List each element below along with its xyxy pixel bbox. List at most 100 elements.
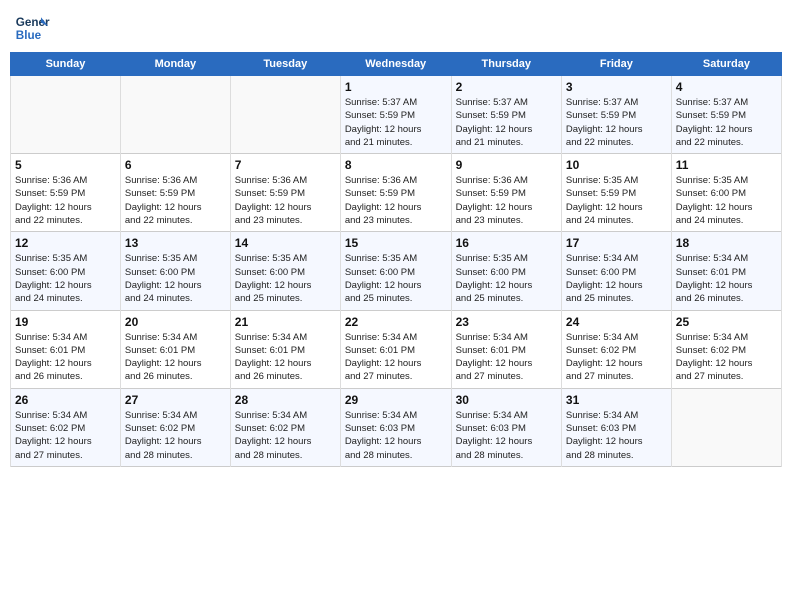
calendar-table: SundayMondayTuesdayWednesdayThursdayFrid… — [10, 52, 782, 467]
day-info: Sunrise: 5:36 AM Sunset: 5:59 PM Dayligh… — [15, 174, 116, 227]
day-info: Sunrise: 5:36 AM Sunset: 5:59 PM Dayligh… — [235, 174, 336, 227]
day-info: Sunrise: 5:34 AM Sunset: 6:01 PM Dayligh… — [676, 252, 777, 305]
day-number: 25 — [676, 315, 777, 329]
calendar-cell — [11, 76, 121, 154]
day-info: Sunrise: 5:37 AM Sunset: 5:59 PM Dayligh… — [676, 96, 777, 149]
day-info: Sunrise: 5:34 AM Sunset: 6:02 PM Dayligh… — [125, 409, 226, 462]
day-number: 17 — [566, 236, 667, 250]
calendar-cell: 20 Sunrise: 5:34 AM Sunset: 6:01 PM Dayli… — [120, 310, 230, 388]
day-info: Sunrise: 5:34 AM Sunset: 6:01 PM Dayligh… — [456, 331, 557, 384]
calendar-cell — [230, 76, 340, 154]
day-info: Sunrise: 5:34 AM Sunset: 6:00 PM Dayligh… — [566, 252, 667, 305]
day-info: Sunrise: 5:34 AM Sunset: 6:02 PM Dayligh… — [566, 331, 667, 384]
day-info: Sunrise: 5:35 AM Sunset: 5:59 PM Dayligh… — [566, 174, 667, 227]
calendar-cell: 24 Sunrise: 5:34 AM Sunset: 6:02 PM Dayli… — [561, 310, 671, 388]
day-number: 30 — [456, 393, 557, 407]
calendar-week-row: 12 Sunrise: 5:35 AM Sunset: 6:00 PM Dayli… — [11, 232, 782, 310]
day-of-week-header: Saturday — [671, 53, 781, 76]
day-number: 18 — [676, 236, 777, 250]
day-number: 5 — [15, 158, 116, 172]
day-number: 7 — [235, 158, 336, 172]
day-info: Sunrise: 5:34 AM Sunset: 6:03 PM Dayligh… — [345, 409, 447, 462]
day-number: 11 — [676, 158, 777, 172]
day-number: 16 — [456, 236, 557, 250]
calendar-cell: 4 Sunrise: 5:37 AM Sunset: 5:59 PM Daylig… — [671, 76, 781, 154]
day-number: 19 — [15, 315, 116, 329]
calendar-cell: 17 Sunrise: 5:34 AM Sunset: 6:00 PM Dayli… — [561, 232, 671, 310]
calendar-week-row: 26 Sunrise: 5:34 AM Sunset: 6:02 PM Dayli… — [11, 388, 782, 466]
day-info: Sunrise: 5:35 AM Sunset: 6:00 PM Dayligh… — [125, 252, 226, 305]
calendar-cell: 21Sunrise: 5:34 AM Sunset: 6:01 PM Dayli… — [230, 310, 340, 388]
day-number: 23 — [456, 315, 557, 329]
page-header: General Blue — [10, 10, 782, 46]
calendar-cell: 25 Sunrise: 5:34 AM Sunset: 6:02 PM Dayli… — [671, 310, 781, 388]
day-number: 2 — [456, 80, 557, 94]
logo: General Blue — [14, 10, 50, 46]
day-number: 9 — [456, 158, 557, 172]
calendar-cell: 6 Sunrise: 5:36 AM Sunset: 5:59 PM Daylig… — [120, 154, 230, 232]
calendar-cell: 9 Sunrise: 5:36 AM Sunset: 5:59 PM Daylig… — [451, 154, 561, 232]
calendar-cell: 5 Sunrise: 5:36 AM Sunset: 5:59 PM Daylig… — [11, 154, 121, 232]
day-number: 14 — [235, 236, 336, 250]
day-info: Sunrise: 5:34 AM Sunset: 6:03 PM Dayligh… — [566, 409, 667, 462]
day-number: 3 — [566, 80, 667, 94]
calendar-cell: 2 Sunrise: 5:37 AM Sunset: 5:59 PM Daylig… — [451, 76, 561, 154]
day-info: Sunrise: 5:34 AM Sunset: 6:02 PM Dayligh… — [15, 409, 116, 462]
day-number: 1 — [345, 80, 447, 94]
calendar-cell: 12Sunrise: 5:35 AM Sunset: 6:00 PM Dayli… — [11, 232, 121, 310]
day-info: Sunrise: 5:34 AM Sunset: 6:01 PM Dayligh… — [125, 331, 226, 384]
day-info: Sunrise: 5:37 AM Sunset: 5:59 PM Dayligh… — [566, 96, 667, 149]
day-info: Sunrise: 5:36 AM Sunset: 5:59 PM Dayligh… — [125, 174, 226, 227]
calendar-cell: 1Sunrise: 5:37 AM Sunset: 5:59 PM Daylig… — [340, 76, 451, 154]
day-of-week-header: Thursday — [451, 53, 561, 76]
day-info: Sunrise: 5:34 AM Sunset: 6:01 PM Dayligh… — [345, 331, 447, 384]
day-number: 26 — [15, 393, 116, 407]
calendar-cell: 7 Sunrise: 5:36 AM Sunset: 5:59 PM Daylig… — [230, 154, 340, 232]
day-info: Sunrise: 5:34 AM Sunset: 6:02 PM Dayligh… — [676, 331, 777, 384]
day-info: Sunrise: 5:37 AM Sunset: 5:59 PM Dayligh… — [456, 96, 557, 149]
day-info: Sunrise: 5:36 AM Sunset: 5:59 PM Dayligh… — [345, 174, 447, 227]
calendar-cell: 29 Sunrise: 5:34 AM Sunset: 6:03 PM Dayli… — [340, 388, 451, 466]
calendar-cell: 8 Sunrise: 5:36 AM Sunset: 5:59 PM Daylig… — [340, 154, 451, 232]
day-number: 24 — [566, 315, 667, 329]
day-of-week-header: Tuesday — [230, 53, 340, 76]
day-number: 15 — [345, 236, 447, 250]
day-number: 28 — [235, 393, 336, 407]
calendar-cell: 11 Sunrise: 5:35 AM Sunset: 6:00 PM Dayli… — [671, 154, 781, 232]
day-number: 12 — [15, 236, 116, 250]
day-number: 13 — [125, 236, 226, 250]
day-info: Sunrise: 5:34 AM Sunset: 6:03 PM Dayligh… — [456, 409, 557, 462]
day-info: Sunrise: 5:35 AM Sunset: 6:00 PM Dayligh… — [456, 252, 557, 305]
calendar-cell: 31 Sunrise: 5:34 AM Sunset: 6:03 PM Dayli… — [561, 388, 671, 466]
calendar-cell: 13 Sunrise: 5:35 AM Sunset: 6:00 PM Dayli… — [120, 232, 230, 310]
day-number: 8 — [345, 158, 447, 172]
calendar-cell: 3 Sunrise: 5:37 AM Sunset: 5:59 PM Daylig… — [561, 76, 671, 154]
day-info: Sunrise: 5:35 AM Sunset: 6:00 PM Dayligh… — [676, 174, 777, 227]
svg-text:Blue: Blue — [16, 29, 42, 42]
calendar-cell: 27 Sunrise: 5:34 AM Sunset: 6:02 PM Dayli… — [120, 388, 230, 466]
calendar-cell: 10 Sunrise: 5:35 AM Sunset: 5:59 PM Dayli… — [561, 154, 671, 232]
day-info: Sunrise: 5:34 AM Sunset: 6:01 PM Dayligh… — [15, 331, 116, 384]
calendar-cell: 15 Sunrise: 5:35 AM Sunset: 6:00 PM Dayli… — [340, 232, 451, 310]
calendar-week-row: 1 Sunrise: 5:37 AM Sunset: 5:59 PM Daylig… — [11, 76, 782, 154]
calendar-cell: 26 Sunrise: 5:34 AM Sunset: 6:02 PM Dayli… — [11, 388, 121, 466]
day-number: 29 — [345, 393, 447, 407]
calendar-cell: 30 Sunrise: 5:34 AM Sunset: 6:03 PM Dayli… — [451, 388, 561, 466]
day-number: 10 — [566, 158, 667, 172]
calendar-cell — [120, 76, 230, 154]
calendar-cell: 22Sunrise: 5:34 AM Sunset: 6:01 PM Dayli… — [340, 310, 451, 388]
day-info: Sunrise: 5:35 AM Sunset: 6:00 PM Dayligh… — [235, 252, 336, 305]
day-of-week-header: Monday — [120, 53, 230, 76]
day-info: Sunrise: 5:36 AM Sunset: 5:59 PM Dayligh… — [456, 174, 557, 227]
day-info: Sunrise: 5:35 AM Sunset: 6:00 PM Dayligh… — [345, 252, 447, 305]
day-number: 27 — [125, 393, 226, 407]
day-number: 20 — [125, 315, 226, 329]
day-number: 4 — [676, 80, 777, 94]
logo-icon: General Blue — [14, 10, 50, 46]
day-of-week-header: Wednesday — [340, 53, 451, 76]
calendar-cell: 16 Sunrise: 5:35 AM Sunset: 6:00 PM Dayli… — [451, 232, 561, 310]
day-number: 31 — [566, 393, 667, 407]
day-number: 6 — [125, 158, 226, 172]
calendar-cell: 14 Sunrise: 5:35 AM Sunset: 6:00 PM Dayli… — [230, 232, 340, 310]
day-of-week-header: Friday — [561, 53, 671, 76]
